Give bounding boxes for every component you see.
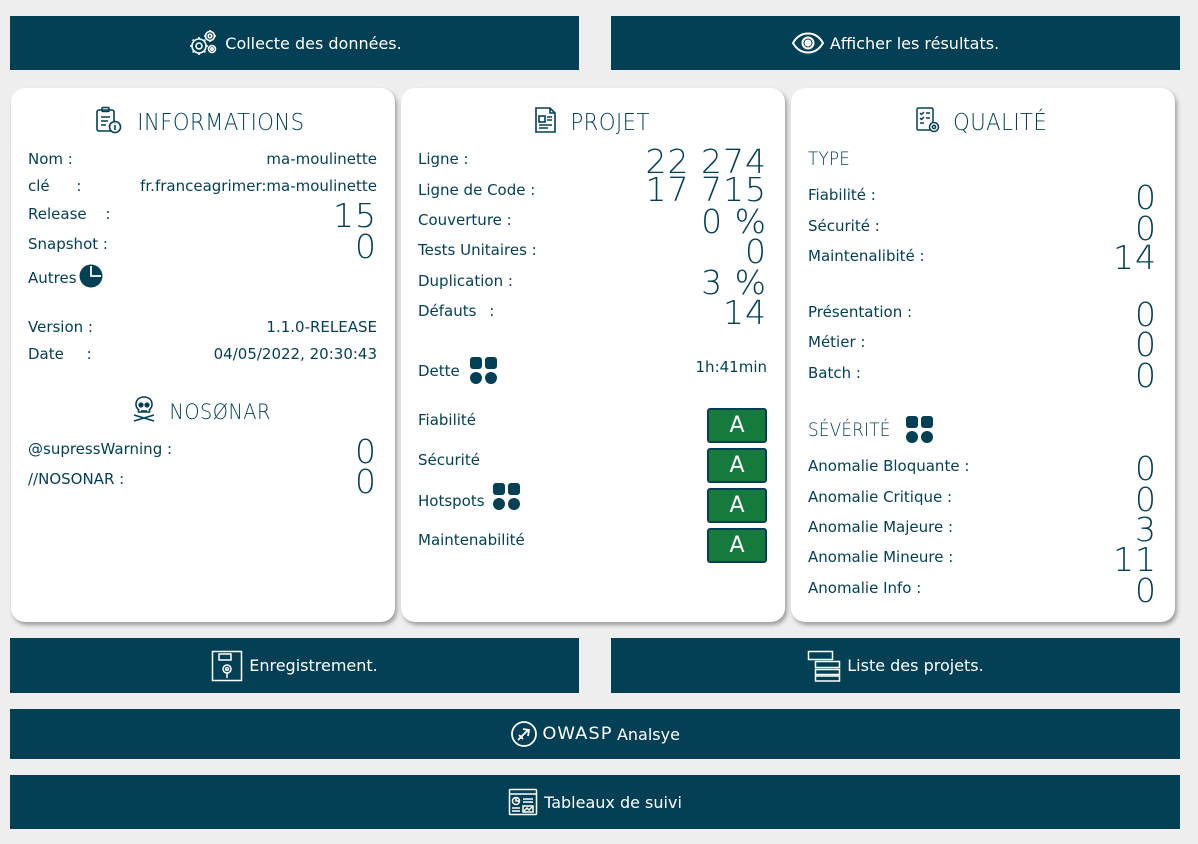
- nosonar-value: 0: [355, 462, 377, 501]
- project-list-button[interactable]: Liste des projets.: [611, 638, 1180, 693]
- show-results-button[interactable]: Afficher les résultats.: [611, 16, 1180, 70]
- tests-label: Tests Unitaires :: [418, 241, 537, 259]
- defauts-label: Défauts :: [418, 302, 495, 320]
- mineure-label: Anomalie Mineure :: [808, 548, 954, 566]
- autres-label: Autres: [28, 269, 77, 287]
- clipboard-info-icon: [94, 106, 122, 140]
- fiabilite-label: Fiabilité: [418, 411, 477, 429]
- projet-header: PROJET: [401, 106, 785, 140]
- defauts-value: 14: [723, 293, 767, 332]
- stacked-list-icon: [807, 650, 841, 682]
- informations-card: INFORMATIONS Nom : ma-moulinette clé : f…: [11, 88, 395, 622]
- hotspots-key: Hotspots: [418, 483, 520, 510]
- hotspots-grade-badge: A: [707, 488, 767, 523]
- nosonar-header: NOSØNAR: [11, 395, 395, 428]
- show-results-label: Afficher les résultats.: [829, 33, 1000, 53]
- collect-data-label: Collecte des données.: [225, 33, 402, 53]
- save-label: Enregistrement.: [249, 656, 378, 675]
- qualite-card: QUALITÉ TYPE Fiabilité : 0 Sécurité : 0 …: [791, 88, 1175, 622]
- majeure-label: Anomalie Majeure :: [808, 518, 954, 536]
- dette-key: Dette: [418, 357, 497, 384]
- gears-icon: [187, 29, 219, 57]
- q-fiabilite-label: Fiabilité :: [808, 186, 876, 204]
- dette-row: Dette 1h:41min: [418, 349, 767, 384]
- date-label: Date :: [28, 345, 92, 363]
- batch-value: 0: [1135, 356, 1157, 395]
- dashboards-button[interactable]: Tableaux de suivi: [10, 775, 1180, 829]
- batch-label: Batch :: [808, 364, 861, 382]
- ligne-code-label: Ligne de Code :: [418, 181, 536, 199]
- informations-header: INFORMATIONS: [11, 106, 395, 140]
- severite-grid-icon[interactable]: [905, 416, 933, 443]
- maintenabilite-label: Maintenabilité: [418, 531, 525, 549]
- projet-title: PROJET: [570, 110, 650, 136]
- release-label: Release :: [28, 205, 111, 223]
- pie-chart-icon[interactable]: [79, 264, 103, 292]
- hotspots-grid-icon[interactable]: [492, 483, 520, 510]
- qualite-title: QUALITÉ: [952, 110, 1048, 136]
- nom-value: ma-moulinette: [266, 150, 377, 168]
- info-label: Anomalie Info :: [808, 579, 922, 597]
- cle-label: clé :: [28, 177, 82, 195]
- version-value: 1.1.0-RELEASE: [266, 318, 377, 336]
- dette-grid-icon[interactable]: [469, 357, 497, 384]
- severite-header: SÉVÉRITÉ: [808, 416, 933, 443]
- nom-label: Nom :: [28, 150, 73, 168]
- hotspots-label: Hotspots: [418, 491, 485, 510]
- informations-title: INFORMATIONS: [137, 110, 305, 136]
- dashboards-label: Tableaux de suivi: [544, 792, 682, 812]
- duplication-label: Duplication :: [418, 272, 513, 290]
- q-maint-label: Maintenalibité :: [808, 247, 925, 265]
- project-list-label: Liste des projets.: [847, 656, 984, 675]
- q-maint-value: 14: [1113, 238, 1157, 277]
- type-title: TYPE: [808, 148, 851, 170]
- metier-label: Métier :: [808, 333, 866, 351]
- skull-crossbones-icon: [131, 395, 157, 428]
- checklist-gear-icon: [915, 106, 941, 140]
- securite-grade-badge: A: [707, 448, 767, 483]
- securite-label: Sécurité: [418, 451, 480, 469]
- collect-data-button[interactable]: Collecte des données.: [10, 16, 579, 70]
- info-value: 0: [1135, 571, 1157, 610]
- fiabilite-grade-badge: A: [707, 408, 767, 443]
- cle-value: fr.franceagrimer:ma-moulinette: [140, 177, 377, 195]
- nosonar-label: //NOSONAR :: [28, 470, 125, 488]
- couverture-label: Couverture :: [418, 211, 512, 229]
- presentation-label: Présentation :: [808, 303, 913, 321]
- dette-label: Dette: [418, 361, 460, 380]
- dashboard-icon: [508, 787, 538, 817]
- bloquante-label: Anomalie Bloquante :: [808, 457, 970, 475]
- document-chart-icon: [533, 106, 559, 140]
- owasp-logo-text: OWASP: [542, 724, 613, 744]
- critique-label: Anomalie Critique :: [808, 488, 953, 506]
- dette-value: 1h:41min: [695, 358, 767, 376]
- qualite-header: QUALITÉ: [791, 106, 1175, 140]
- snapshot-value: 0: [355, 227, 377, 266]
- projet-card: PROJET Ligne : 22 274 Ligne de Code : 17…: [401, 88, 785, 622]
- q-securite-label: Sécurité :: [808, 217, 880, 235]
- date-value: 04/05/2022, 20:30:43: [213, 345, 377, 363]
- version-label: Version :: [28, 318, 93, 336]
- supress-label: @supressWarning :: [28, 440, 173, 458]
- snapshot-label: Snapshot :: [28, 235, 108, 253]
- severite-title: SÉVÉRITÉ: [808, 418, 891, 441]
- autres-link[interactable]: Autres: [28, 264, 103, 292]
- owasp-analysis-label: Analsye: [616, 724, 680, 744]
- maintenabilite-grade-badge: A: [707, 528, 767, 563]
- eye-icon: [791, 32, 824, 54]
- save-button[interactable]: Enregistrement.: [10, 638, 579, 693]
- ligne-label: Ligne :: [418, 150, 469, 168]
- owasp-logo-icon: [510, 720, 538, 748]
- floppy-disk-icon: [211, 650, 243, 682]
- nosonar-title: NOSØNAR: [169, 399, 271, 424]
- owasp-analysis-button[interactable]: OWASP Analsye: [10, 709, 1180, 759]
